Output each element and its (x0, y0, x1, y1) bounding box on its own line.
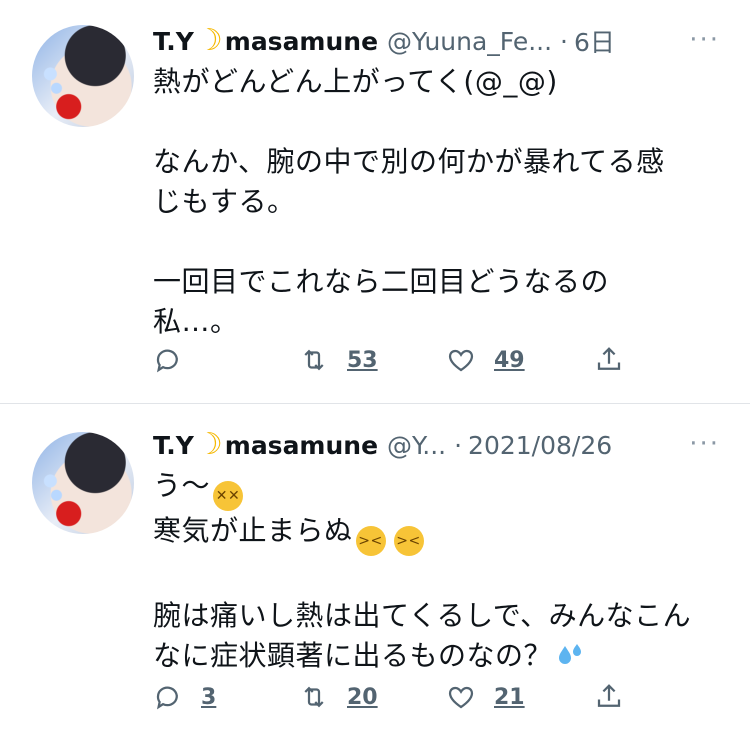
crescent-moon-icon: ☽ (195, 427, 223, 462)
reply-count[interactable]: 3 (201, 685, 216, 710)
tweet-line: じもする。 (153, 185, 296, 218)
tweet-text: 熱がどんどん上がってく(@_@) なんか、腕の中で別の何かが暴れてる感 じもする… (153, 62, 723, 342)
reply-button[interactable] (153, 338, 183, 382)
tweet-line: 熱がどんどん上がってく(@_@) (153, 65, 558, 98)
like-count[interactable]: 49 (494, 348, 525, 373)
display-name-suffix[interactable]: masamune (225, 431, 378, 460)
separator: · (560, 26, 568, 56)
reply-icon (156, 349, 178, 373)
timestamp[interactable]: 6日 (574, 23, 615, 59)
share-icon (597, 347, 621, 370)
avatar[interactable] (32, 25, 134, 127)
display-name[interactable]: T.Y (153, 27, 194, 56)
dizzy-face-emoji: ✕✕ (213, 481, 244, 511)
more-options-icon[interactable]: ··· (689, 25, 720, 55)
like-count[interactable]: 21 (494, 685, 525, 710)
share-button[interactable] (594, 675, 624, 719)
confounded-face-emoji: >< (355, 526, 386, 556)
action-bar: 53 49 (153, 338, 633, 382)
timestamp[interactable]: 2021/08/26 (468, 431, 612, 460)
like-button[interactable]: 21 (446, 675, 525, 719)
tweet-line (153, 556, 723, 596)
tweet-line: 腕は痛いし熱は出てくるしで、みんなこん (153, 599, 692, 632)
retweet-button[interactable]: 20 (299, 675, 378, 719)
tweet[interactable]: T.Y ☽ masamune @Yuuna_Fe... · 6日 ··· 熱がど… (0, 0, 750, 404)
avatar[interactable] (32, 432, 134, 534)
user-handle[interactable]: @Y... (387, 431, 446, 460)
tweet-text: う〜 ✕✕ 寒気が止まらぬ >< >< 腕は痛いし熱は出てくるしで、みんなこん なに症… (153, 466, 723, 676)
tweet-line (153, 222, 723, 262)
separator: · (454, 430, 463, 460)
more-options-icon[interactable]: ··· (689, 429, 720, 459)
share-icon (597, 684, 621, 707)
like-button[interactable]: 49 (446, 338, 525, 382)
tweet-line: 一回目でこれなら二回目どうなるの (153, 265, 610, 298)
retweet-icon (304, 349, 324, 371)
tweet-line: 私…。 (153, 305, 239, 338)
tweet-line (153, 102, 723, 142)
tweet-header: T.Y ☽ masamune @Yuuna_Fe... · 6日 ··· (153, 21, 720, 61)
confounded-face-emoji: >< (393, 526, 424, 556)
heart-icon (448, 686, 474, 709)
tweet-line: なんか、腕の中で別の何かが暴れてる感 (153, 145, 665, 178)
retweet-icon (304, 686, 324, 708)
retweet-count[interactable]: 53 (347, 348, 378, 373)
display-name-suffix[interactable]: masamune (225, 27, 378, 56)
tweet-line: う〜 ✕✕ (153, 466, 723, 511)
sweat-droplets-emoji (559, 644, 582, 664)
tweet-line-text: う〜 (153, 469, 211, 502)
reply-button[interactable]: 3 (153, 675, 216, 719)
reply-icon (156, 686, 178, 710)
tweet-header: T.Y ☽ masamune @Y... · 2021/08/26 ··· (153, 425, 720, 465)
tweet-line-text: 寒気が止まらぬ (153, 514, 353, 547)
user-handle[interactable]: @Yuuna_Fe... (387, 27, 552, 56)
tweet-line-text: なに症状顕著に出るものなの？ (153, 639, 553, 672)
retweet-button[interactable]: 53 (299, 338, 378, 382)
action-bar: 3 20 21 (153, 675, 633, 719)
tweet[interactable]: T.Y ☽ masamune @Y... · 2021/08/26 ··· う〜… (0, 404, 750, 735)
tweet-line: 寒気が止まらぬ >< >< (153, 511, 723, 556)
retweet-count[interactable]: 20 (347, 685, 378, 710)
share-button[interactable] (594, 338, 624, 382)
crescent-moon-icon: ☽ (195, 23, 223, 58)
heart-icon (448, 349, 474, 372)
tweet-line: なに症状顕著に出るものなの？ (153, 636, 723, 676)
display-name[interactable]: T.Y (153, 431, 194, 460)
